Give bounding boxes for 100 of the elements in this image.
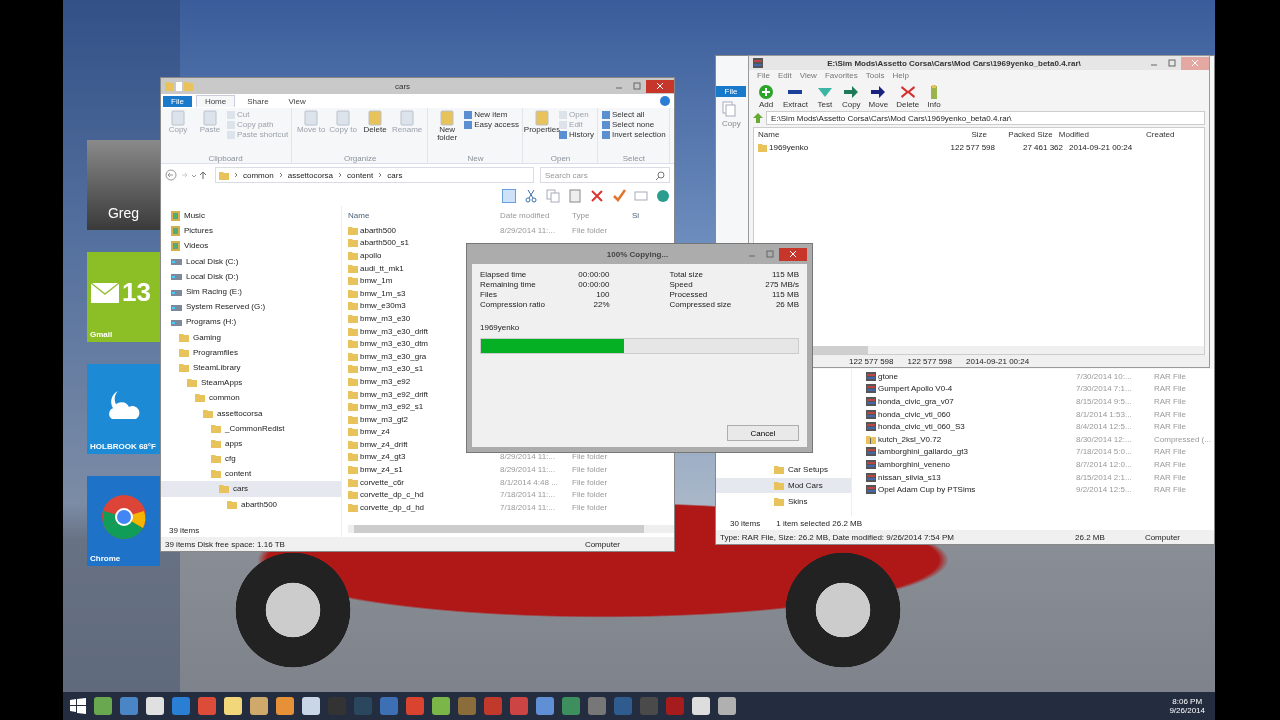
toolbar-button[interactable]: Copy xyxy=(839,83,863,109)
nav-item[interactable]: content xyxy=(161,466,341,482)
toolbar-button[interactable]: Move xyxy=(866,83,891,109)
navigation-arrows-icon[interactable] xyxy=(165,169,209,181)
menu-item[interactable]: Edit xyxy=(777,71,792,80)
app-tile[interactable]: Chrome xyxy=(87,476,160,566)
app-icon[interactable] xyxy=(510,697,528,715)
app-tile[interactable]: HOLBROOK 68°F xyxy=(87,364,160,454)
nav-item[interactable]: Mod Cars xyxy=(716,477,851,494)
menu-item[interactable]: Favorites xyxy=(824,71,858,80)
app-icon[interactable] xyxy=(380,697,398,715)
file-name[interactable]: kutch_2ksl_V0.72 xyxy=(866,434,1076,444)
app-icon[interactable] xyxy=(588,697,606,715)
app-icon[interactable] xyxy=(94,697,112,715)
ribbon-button[interactable]: Delete xyxy=(360,110,391,154)
nav-item[interactable]: apps xyxy=(161,435,341,451)
nav-item[interactable]: Gaming xyxy=(161,329,341,345)
app-icon[interactable] xyxy=(692,697,710,715)
menu-item[interactable]: File xyxy=(757,71,770,80)
address-bar[interactable]: common assettocorsa content cars xyxy=(215,167,534,183)
app-icon[interactable] xyxy=(536,697,554,715)
file-name[interactable]: Gumpert Apollo V0-4 xyxy=(866,384,1076,394)
nav-item[interactable]: Programs (H:) xyxy=(161,314,341,330)
folder-name[interactable]: corvette_dp_c_hd xyxy=(348,490,500,500)
column-header[interactable]: Si xyxy=(632,210,646,220)
toolbar-button[interactable]: Add xyxy=(755,83,777,109)
nav-item[interactable]: Local Disk (D:) xyxy=(161,268,341,284)
app-icon[interactable] xyxy=(354,697,372,715)
app-icon[interactable] xyxy=(302,697,320,715)
app-icon[interactable] xyxy=(718,697,736,715)
toolbar-button[interactable]: Extract xyxy=(781,83,810,109)
close-button[interactable] xyxy=(779,247,807,261)
app-icon[interactable] xyxy=(484,697,502,715)
file-name[interactable]: Opel Adam Cup by PTSims xyxy=(866,485,1076,495)
start-icon[interactable] xyxy=(70,698,86,714)
folder-name[interactable]: bmw_z4_s1 xyxy=(348,465,500,475)
app-icon[interactable] xyxy=(458,697,476,715)
file-name[interactable]: lamborghini_gallardo_gt3 xyxy=(866,447,1076,457)
app-icon[interactable] xyxy=(666,697,684,715)
nav-item[interactable]: Sim Racing (E:) xyxy=(161,283,341,300)
up-arrow-icon[interactable] xyxy=(753,113,763,123)
delete-icon[interactable] xyxy=(590,189,604,203)
nav-item[interactable]: Music xyxy=(161,208,341,224)
column-header[interactable]: Size xyxy=(927,130,988,139)
app-icon[interactable] xyxy=(146,697,164,715)
file-name[interactable]: 1969yenko xyxy=(754,143,933,152)
ribbon-button[interactable]: New folder xyxy=(432,110,463,154)
nav-item[interactable]: SteamApps xyxy=(161,375,341,391)
toolbar-button[interactable]: Delete xyxy=(894,83,922,109)
ribbon-button[interactable]: Select none xyxy=(601,120,666,129)
check-icon[interactable] xyxy=(612,189,626,203)
ribbon-item[interactable]: Copy xyxy=(722,119,741,128)
scissors-icon[interactable] xyxy=(524,189,538,203)
app-icon[interactable] xyxy=(406,697,424,715)
preview-pane-icon[interactable] xyxy=(502,189,516,203)
folder-name[interactable]: corvette_c6r xyxy=(348,477,500,487)
app-icon[interactable] xyxy=(562,697,580,715)
ribbon-button[interactable]: Easy access xyxy=(464,120,520,129)
column-header[interactable]: Created xyxy=(1138,130,1204,139)
app-icon[interactable] xyxy=(614,697,632,715)
help-icon[interactable] xyxy=(660,96,670,106)
ribbon-button[interactable]: New item xyxy=(464,110,520,119)
nav-item[interactable]: Programfiles xyxy=(161,344,341,360)
ribbon-button[interactable]: History xyxy=(559,130,594,139)
app-icon[interactable] xyxy=(120,697,138,715)
toolbar-button[interactable]: Test xyxy=(813,83,836,109)
scrollbar[interactable] xyxy=(348,525,674,533)
app-icon[interactable] xyxy=(198,697,216,715)
app-icon[interactable] xyxy=(432,697,450,715)
column-header[interactable]: Packed Size xyxy=(987,130,1053,139)
clipboard-icon[interactable] xyxy=(568,189,582,203)
menu-item[interactable]: Help xyxy=(892,71,909,80)
column-header[interactable]: Name xyxy=(348,210,500,220)
folder-name[interactable]: abarth500_s1 xyxy=(348,238,500,248)
nav-item[interactable]: common xyxy=(161,390,341,406)
cancel-button[interactable]: Cancel xyxy=(727,425,799,441)
close-button[interactable] xyxy=(646,79,674,93)
breadcrumb[interactable]: cars xyxy=(387,170,403,180)
path-field[interactable]: E:\Sim Mods\Assetto Corsa\Cars\Mod Cars\1969yenko_beta0.4.rar\ xyxy=(766,111,1205,125)
nav-item[interactable]: assettocorsa xyxy=(161,405,341,421)
file-name[interactable]: gtone xyxy=(866,371,1076,381)
folder-name[interactable]: abarth500 xyxy=(348,225,500,235)
app-icon[interactable] xyxy=(172,697,190,715)
menu-item[interactable]: View xyxy=(799,71,817,80)
nav-item[interactable]: Car Setups xyxy=(716,462,851,478)
column-header[interactable]: Modified xyxy=(1052,130,1138,139)
breadcrumb[interactable]: content xyxy=(347,170,374,180)
globe-icon[interactable] xyxy=(656,189,670,203)
toolbar-button[interactable]: Info xyxy=(925,83,943,109)
nav-item[interactable]: cars xyxy=(161,481,341,497)
nav-item[interactable]: Pictures xyxy=(161,223,341,239)
file-name[interactable]: honda_civic_vti_060 xyxy=(866,409,1076,419)
ribbon-button[interactable]: Invert selection xyxy=(601,130,666,139)
ribbon-tab[interactable]: File xyxy=(163,95,192,107)
app-icon[interactable] xyxy=(276,697,294,715)
breadcrumb[interactable]: common xyxy=(243,170,274,180)
ribbon-button[interactable]: Select all xyxy=(601,110,666,119)
app-icon[interactable] xyxy=(640,697,658,715)
folder-name[interactable]: bmw_z4_gt3 xyxy=(348,452,500,462)
ribbon-tab[interactable]: Home xyxy=(195,95,236,107)
